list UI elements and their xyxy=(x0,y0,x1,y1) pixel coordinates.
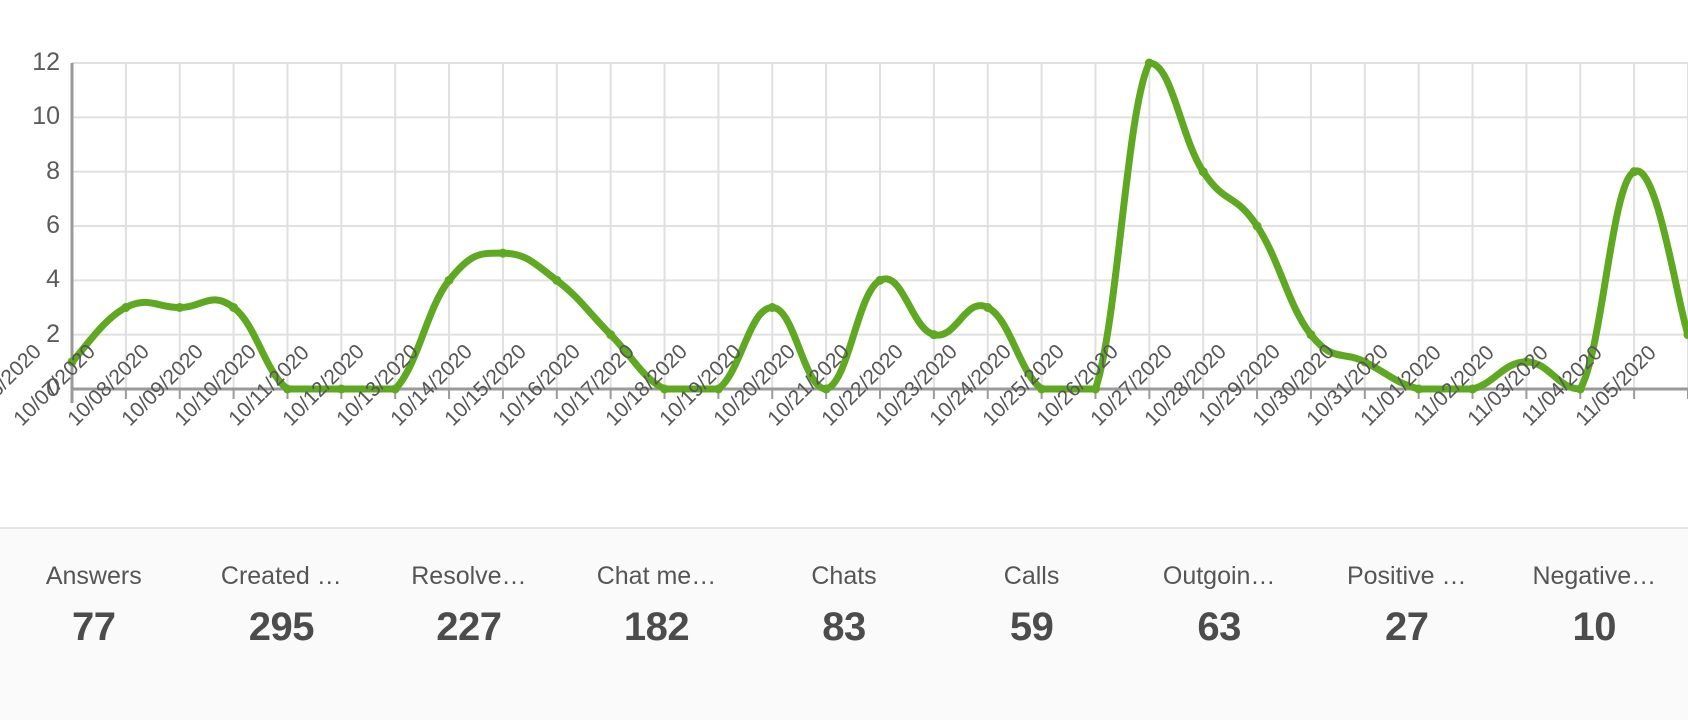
y-axis-tick-label: 6 xyxy=(46,211,60,239)
stat-value: 83 xyxy=(822,604,866,649)
stat-value: 227 xyxy=(436,604,502,649)
stat-cell[interactable]: Calls 59 xyxy=(938,529,1126,649)
data-point-marker[interactable] xyxy=(229,303,239,312)
stat-value: 10 xyxy=(1572,604,1617,649)
line-chart-svg[interactable] xyxy=(0,0,1688,526)
data-point-marker[interactable] xyxy=(606,330,616,340)
dashboard-chart-widget: 0 2 4 6 8 10 12 10/06/2020 10/07/2020 10/08/2020… xyxy=(0,0,1688,720)
stat-label: Created … xyxy=(220,563,342,590)
data-point-marker[interactable] xyxy=(1306,330,1316,340)
y-axis-tick-label: 10 xyxy=(32,102,60,131)
data-point-marker[interactable] xyxy=(552,275,562,285)
stat-cell[interactable]: Negative… 10 xyxy=(1501,529,1688,649)
stat-label: Answers xyxy=(45,563,142,590)
data-point-marker[interactable] xyxy=(1252,221,1262,231)
stat-value: 182 xyxy=(623,604,690,649)
stat-cell[interactable]: Outgoin… 63 xyxy=(1125,529,1313,649)
stat-value: 63 xyxy=(1197,604,1241,649)
stat-cell[interactable]: Chat me… 182 xyxy=(563,529,751,649)
stat-value: 77 xyxy=(72,604,116,649)
data-point-marker[interactable] xyxy=(983,303,993,312)
data-point-marker[interactable] xyxy=(929,330,939,340)
stat-cell[interactable]: Answers 77 xyxy=(0,529,188,649)
stat-label: Negative… xyxy=(1532,563,1657,590)
y-axis-tick-label: 4 xyxy=(46,265,60,294)
stat-label: Chats xyxy=(811,563,877,590)
data-point-marker[interactable] xyxy=(767,303,777,312)
stat-value: 59 xyxy=(1009,604,1054,649)
stat-value: 27 xyxy=(1384,604,1429,649)
data-point-marker[interactable] xyxy=(498,248,508,258)
data-point-marker[interactable] xyxy=(175,303,185,312)
y-axis-tick-label: 2 xyxy=(46,319,60,348)
data-point-marker[interactable] xyxy=(1144,58,1154,68)
data-point-marker[interactable] xyxy=(875,275,885,285)
stat-label: Chat me… xyxy=(596,563,717,590)
stats-summary-bar: Answers 77 Created … 295 Resolve… 227 Chat me…… xyxy=(0,527,1688,720)
stat-label: Calls xyxy=(1003,563,1060,590)
data-point-marker[interactable] xyxy=(1629,167,1639,177)
stat-label: Positive … xyxy=(1346,563,1467,590)
data-point-marker[interactable] xyxy=(1198,167,1208,177)
stat-cell[interactable]: Created … 295 xyxy=(188,529,376,649)
stat-cell[interactable]: Positive … 27 xyxy=(1313,529,1501,649)
stat-cell[interactable]: Resolve… 227 xyxy=(375,529,563,649)
stat-cell[interactable]: Chats 83 xyxy=(750,529,938,649)
data-point-marker[interactable] xyxy=(121,303,131,312)
y-axis-tick-label: 12 xyxy=(32,48,60,76)
stat-value: 295 xyxy=(248,604,315,649)
data-point-marker[interactable] xyxy=(444,275,454,285)
chart-panel: 0 2 4 6 8 10 12 10/06/2020 10/07/2020 10/08/2020… xyxy=(0,0,1688,526)
y-axis-tick-label: 8 xyxy=(46,156,60,185)
stat-label: Resolve… xyxy=(411,563,527,590)
plot-area[interactable]: 0 2 4 6 8 10 12 10/06/2020 10/07/2020 10/08/2020… xyxy=(0,0,1688,526)
stat-label: Outgoin… xyxy=(1162,563,1276,590)
